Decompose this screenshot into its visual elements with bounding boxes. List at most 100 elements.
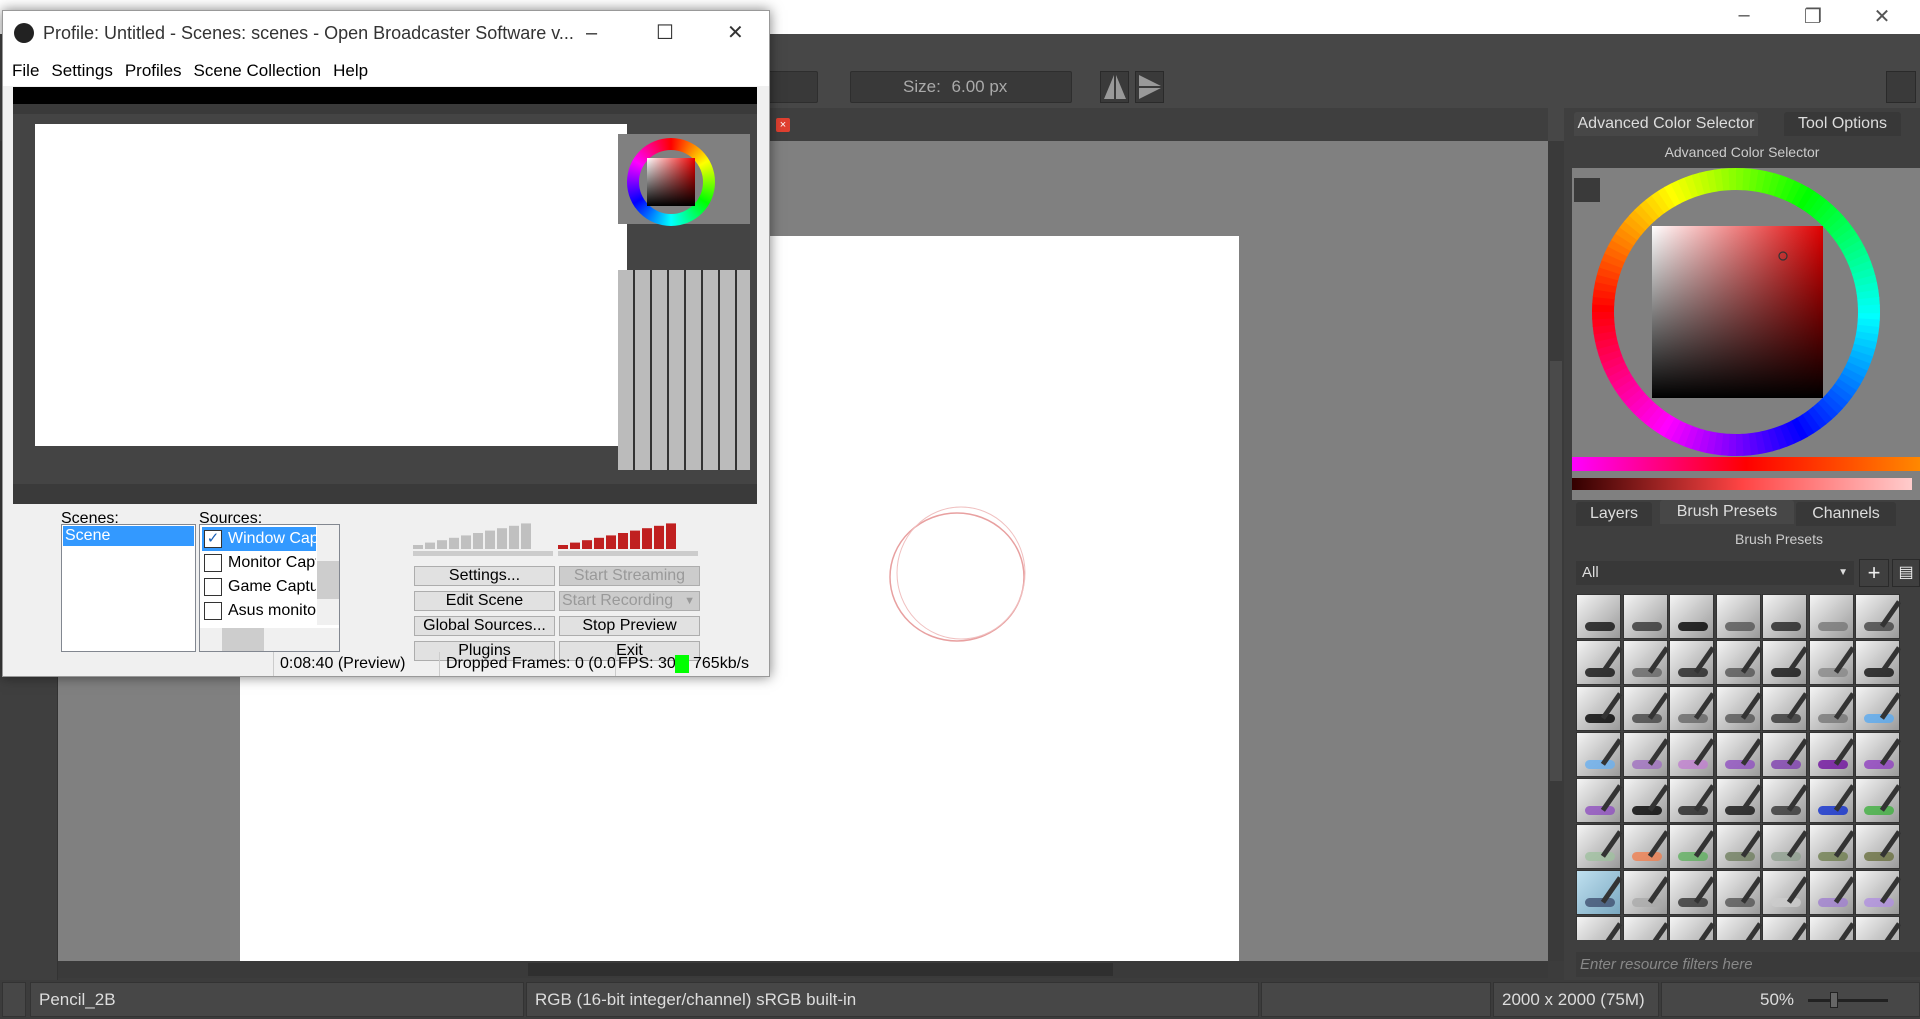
obs-close-button[interactable]: ✕ [727, 11, 744, 56]
source-checkbox[interactable] [204, 578, 222, 596]
brush-preset-tile[interactable] [1808, 732, 1855, 777]
brush-preset-tile[interactable] [1622, 732, 1669, 777]
tab-layers[interactable]: Layers [1576, 502, 1652, 526]
tab-advanced-color-selector[interactable]: Advanced Color Selector [1574, 112, 1758, 136]
brush-preset-tile[interactable] [1808, 870, 1855, 915]
brush-preset-tile[interactable] [1762, 686, 1809, 731]
zoom-control[interactable]: 50% [1661, 982, 1920, 1017]
brush-preset-tile[interactable] [1762, 870, 1809, 915]
brush-preset-tile[interactable] [1622, 870, 1669, 915]
brush-preset-tile[interactable] [1669, 778, 1716, 823]
brush-preset-tile[interactable] [1715, 870, 1762, 915]
size-field[interactable]: Size: 6.00 px [850, 71, 1072, 103]
menu-help[interactable]: Help [333, 61, 368, 80]
brush-preset-tile[interactable] [1715, 594, 1761, 639]
tab-channels[interactable]: Channels [1796, 502, 1896, 526]
brush-preset-tile[interactable] [1808, 824, 1855, 869]
brush-preset-tile[interactable] [1855, 594, 1901, 639]
stop-preview-button[interactable]: Stop Preview [559, 616, 700, 636]
brush-preset-tile[interactable] [1855, 640, 1901, 685]
brush-preset-tile[interactable] [1855, 732, 1901, 777]
brush-preset-tile[interactable] [1576, 686, 1623, 731]
brush-preset-tile[interactable] [1669, 870, 1716, 915]
brush-preset-tile[interactable] [1669, 640, 1716, 685]
edit-scene-button[interactable]: Edit Scene [414, 591, 555, 611]
add-preset-icon[interactable]: + [1859, 559, 1889, 587]
source-item[interactable]: ✓ Window Capture [202, 527, 316, 551]
status-brush-icon[interactable] [2, 982, 26, 1017]
brush-preset-tile[interactable] [1576, 824, 1623, 869]
scenes-list[interactable]: Scene [61, 524, 196, 652]
workspace-icon[interactable] [1886, 71, 1916, 103]
advanced-color-selector[interactable] [1572, 168, 1920, 500]
brush-preset-tile[interactable] [1576, 594, 1621, 639]
resource-filter-input[interactable]: Enter resource filters here [1576, 952, 1920, 977]
vertical-scrollbar[interactable] [1548, 141, 1564, 961]
brush-preset-tile[interactable] [1715, 732, 1762, 777]
global-sources-button[interactable]: Global Sources... [414, 616, 555, 636]
brush-preset-tile[interactable] [1622, 824, 1669, 869]
start-streaming-button[interactable]: Start Streaming [559, 566, 700, 586]
brush-preset-tile[interactable] [1576, 778, 1623, 823]
brush-preset-tile[interactable] [1855, 778, 1901, 823]
source-item[interactable]: Game Capture [202, 575, 316, 599]
source-item[interactable]: Monitor Capture [202, 551, 316, 575]
brush-preset-tile[interactable] [1669, 824, 1716, 869]
brush-preset-tile[interactable] [1762, 640, 1809, 685]
zoom-slider[interactable] [1808, 999, 1888, 1002]
brush-preset-tile[interactable] [1715, 824, 1762, 869]
shade-bar[interactable] [1572, 478, 1912, 490]
zoom-slider-handle[interactable] [1830, 992, 1838, 1008]
brush-preset-tile[interactable] [1762, 916, 1809, 940]
brush-preset-tile[interactable] [1715, 916, 1762, 940]
brush-preset-tile[interactable] [1622, 594, 1668, 639]
brush-preset-tile[interactable] [1622, 778, 1669, 823]
obs-maximize-button[interactable]: ☐ [656, 11, 674, 56]
brush-preset-tile[interactable] [1669, 732, 1716, 777]
brush-preset-tile[interactable] [1715, 778, 1762, 823]
brush-preset-tile[interactable] [1715, 640, 1762, 685]
tag-filter-select[interactable]: All ▼ [1576, 561, 1854, 585]
minimize-button[interactable]: – [1724, 4, 1764, 27]
brush-preset-tile[interactable] [1855, 824, 1901, 869]
brush-preset-tile[interactable] [1855, 870, 1901, 915]
source-checkbox[interactable] [204, 602, 222, 620]
mirror-vertical-icon[interactable] [1135, 71, 1164, 103]
source-checkbox[interactable] [204, 554, 222, 572]
color-wheel[interactable] [1572, 168, 1920, 500]
brush-preset-tile[interactable] [1855, 916, 1901, 940]
settings-button[interactable]: Settings... [414, 566, 555, 586]
brush-preset-tile[interactable] [1576, 870, 1623, 915]
horizontal-scrollbar[interactable] [58, 961, 1548, 978]
tab-brush-presets[interactable]: Brush Presets [1660, 500, 1794, 524]
brush-preset-tile[interactable] [1762, 778, 1809, 823]
source-checkbox[interactable]: ✓ [204, 530, 222, 548]
brush-preset-tile[interactable] [1576, 916, 1623, 940]
brush-preset-tile[interactable] [1622, 916, 1669, 940]
sources-hscroll[interactable] [200, 628, 339, 651]
brush-preset-tile[interactable] [1669, 686, 1716, 731]
brush-preset-tile[interactable] [1808, 594, 1854, 639]
menu-settings[interactable]: Settings [51, 61, 112, 80]
source-item[interactable]: Asus monitor [202, 599, 316, 623]
menu-file[interactable]: File [12, 61, 39, 80]
sources-vscroll[interactable] [317, 525, 339, 625]
brush-preset-tile[interactable] [1808, 778, 1855, 823]
brush-preset-tile[interactable] [1762, 594, 1807, 639]
brush-preset-tile[interactable] [1622, 686, 1669, 731]
sources-list[interactable]: ✓ Window Capture Monitor Capture Game Cap… [199, 524, 340, 652]
mirror-horizontal-icon[interactable] [1100, 71, 1129, 103]
brush-preset-tile[interactable] [1762, 824, 1809, 869]
brush-preset-tile[interactable] [1669, 916, 1716, 940]
brush-preset-tile[interactable] [1762, 732, 1809, 777]
brush-preset-grid[interactable] [1576, 594, 1901, 940]
close-button[interactable]: ✕ [1862, 4, 1902, 29]
brush-preset-tile[interactable] [1715, 686, 1762, 731]
menu-scene-collection[interactable]: Scene Collection [194, 61, 322, 80]
obs-minimize-button[interactable]: – [586, 11, 597, 56]
brush-preset-tile[interactable] [1855, 686, 1901, 731]
brush-preset-tile[interactable] [1808, 686, 1855, 731]
preset-view-icon[interactable]: ▤ [1892, 559, 1920, 587]
scene-item[interactable]: Scene [63, 526, 194, 546]
brush-preset-tile[interactable] [1576, 640, 1623, 685]
